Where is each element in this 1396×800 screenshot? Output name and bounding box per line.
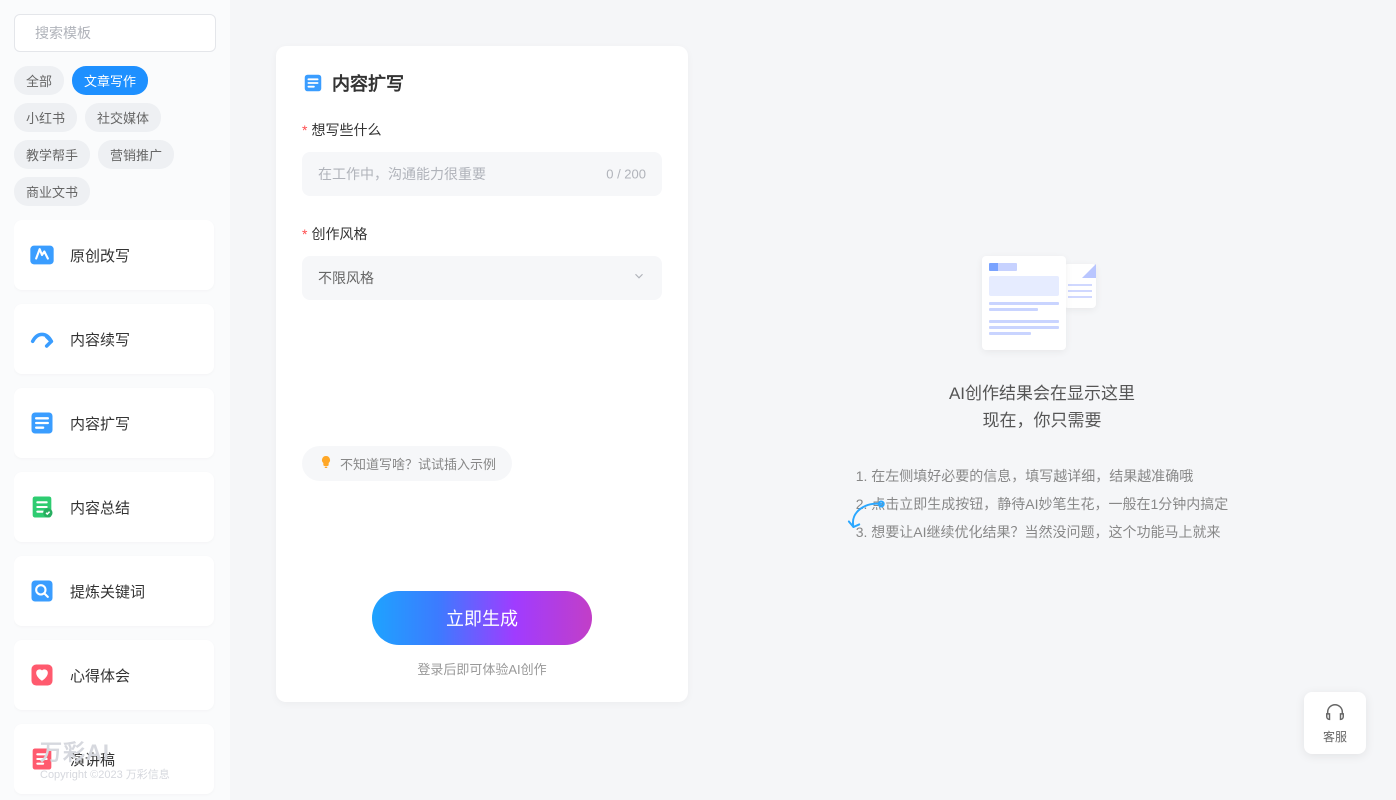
template-list: 原创改写内容续写内容扩写内容总结提炼关键词心得体会演讲稿: [14, 220, 216, 800]
category-tag[interactable]: 商业文书: [14, 177, 90, 206]
bulb-icon: [318, 454, 334, 473]
main: 内容扩写 *想写些什么 0 / 200 *创作风格 不限风格: [230, 0, 1396, 800]
result-step: 3. 想要让AI继续优化结果？当然没问题，这个功能马上就来: [856, 518, 1229, 546]
example-hint-text: 不知道写啥？试试插入示例: [340, 454, 496, 473]
q1-input-wrap[interactable]: 0 / 200: [302, 152, 662, 196]
template-item[interactable]: 内容续写: [14, 304, 214, 374]
required-mark: *: [302, 122, 307, 138]
category-tag[interactable]: 文章写作: [72, 66, 148, 95]
template-label: 内容扩写: [70, 413, 130, 434]
continue-icon: [28, 325, 56, 353]
form-title: 内容扩写: [302, 70, 662, 96]
category-tag[interactable]: 营销推广: [98, 140, 174, 169]
curly-arrow-icon: [837, 498, 889, 547]
form-title-text: 内容扩写: [332, 70, 404, 96]
template-item[interactable]: 内容总结: [14, 472, 214, 542]
category-tag[interactable]: 全部: [14, 66, 64, 95]
keywords-icon: [28, 577, 56, 605]
tag-list: 全部文章写作小红书社交媒体教学帮手营销推广商业文书: [14, 66, 216, 206]
summary-icon: [28, 493, 56, 521]
customer-service-button[interactable]: 客服: [1304, 692, 1366, 754]
form-panel: 内容扩写 *想写些什么 0 / 200 *创作风格 不限风格: [276, 46, 688, 702]
expand-icon: [302, 72, 324, 94]
template-item[interactable]: 内容扩写: [14, 388, 214, 458]
template-item[interactable]: 提炼关键词: [14, 556, 214, 626]
result-step: 2. 点击立即生成按钮，静待AI妙笔生花，一般在1分钟内搞定: [856, 490, 1229, 518]
brand-logo: 万彩AI: [40, 739, 170, 768]
category-tag[interactable]: 小红书: [14, 103, 77, 132]
result-head: AI创作结果会在显示这里 现在，你只需要: [949, 380, 1135, 434]
sidebar: 全部文章写作小红书社交媒体教学帮手营销推广商业文书 原创改写内容续写内容扩写内容…: [0, 0, 230, 800]
required-mark: *: [302, 226, 307, 242]
template-label: 原创改写: [70, 245, 130, 266]
char-count: 0 / 200: [606, 167, 646, 182]
template-label: 心得体会: [70, 665, 130, 686]
category-tag[interactable]: 社交媒体: [85, 103, 161, 132]
template-item[interactable]: 心得体会: [14, 640, 214, 710]
result-title-line2: 现在，你只需要: [949, 407, 1135, 434]
result-title-line1: AI创作结果会在显示这里: [949, 380, 1135, 407]
template-label: 提炼关键词: [70, 581, 145, 602]
pencil-icon: [28, 241, 56, 269]
q2-label: *创作风格: [302, 224, 662, 244]
customer-service-label: 客服: [1323, 728, 1347, 745]
chevron-down-icon: [632, 269, 646, 288]
q1-label: *想写些什么: [302, 120, 662, 140]
example-hint[interactable]: 不知道写啥？试试插入示例: [302, 446, 512, 481]
headset-icon: [1324, 702, 1346, 724]
template-item[interactable]: 原创改写: [14, 220, 214, 290]
style-value: 不限风格: [318, 268, 374, 288]
login-hint: 登录后即可体验AI创作: [302, 659, 662, 678]
search-box[interactable]: [14, 14, 216, 52]
result-panel: AI创作结果会在显示这里 现在，你只需要 1. 在左侧填好必要的信息，填写越详细…: [688, 46, 1396, 800]
q1-input[interactable]: [318, 166, 646, 182]
heart-icon: [28, 661, 56, 689]
category-tag[interactable]: 教学帮手: [14, 140, 90, 169]
result-steps: 1. 在左侧填好必要的信息，填写越详细，结果越准确哦2. 点击立即生成按钮，静待…: [856, 462, 1229, 546]
footer: 万彩AI Copyright ©2023 万彩信息: [40, 739, 170, 782]
template-label: 内容续写: [70, 329, 130, 350]
template-label: 内容总结: [70, 497, 130, 518]
search-input[interactable]: [35, 25, 216, 41]
result-step: 1. 在左侧填好必要的信息，填写越详细，结果越准确哦: [856, 462, 1229, 490]
document-illustration: [982, 256, 1102, 356]
expand-icon: [28, 409, 56, 437]
copyright: Copyright ©2023 万彩信息: [40, 768, 170, 782]
generate-button[interactable]: 立即生成: [372, 591, 592, 645]
style-select[interactable]: 不限风格: [302, 256, 662, 300]
